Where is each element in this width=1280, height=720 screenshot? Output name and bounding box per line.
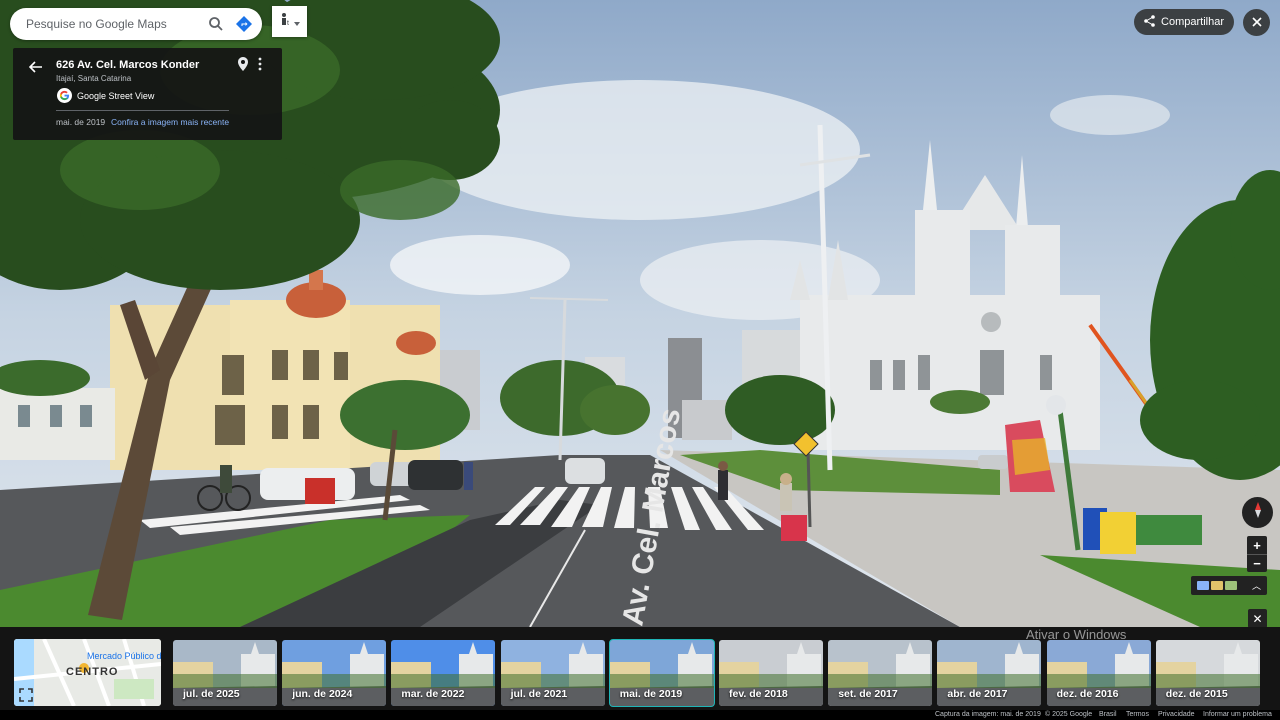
provider-row: Google Street View: [57, 88, 154, 103]
timeline-thumb-label: dez. de 2015: [1165, 688, 1228, 700]
share-button[interactable]: Compartilhar: [1134, 9, 1234, 35]
timeline-thumb-label: mar. de 2022: [401, 688, 465, 700]
timeline-toggle[interactable]: ︿: [1191, 576, 1267, 595]
timeline-thumb-label: abr. de 2017: [947, 688, 1008, 700]
more-options-icon[interactable]: [258, 57, 262, 76]
latest-image-link[interactable]: Confira a imagem mais recente: [111, 117, 229, 127]
close-timeline-button[interactable]: ✕: [1248, 609, 1267, 628]
compass-button[interactable]: [1242, 497, 1273, 528]
share-icon: [1144, 14, 1155, 30]
zoom-out-button[interactable]: −: [1247, 554, 1267, 572]
fullscreen-icon[interactable]: [19, 688, 33, 702]
zoom-controls: + −: [1247, 536, 1267, 572]
close-icon: [1251, 14, 1262, 32]
close-icon: ✕: [1252, 611, 1263, 626]
windows-activation-watermark: Ativar o Windows: [1026, 627, 1127, 642]
timeline-thumb[interactable]: mai. de 2019: [608, 639, 715, 707]
directions-icon[interactable]: [230, 10, 258, 38]
thumbnail-swatch: [1225, 581, 1237, 590]
footer-privacy[interactable]: Privacidade: [1158, 711, 1195, 718]
divider: [56, 110, 229, 111]
footer-country[interactable]: Brasil: [1099, 711, 1117, 718]
zoom-in-button[interactable]: +: [1247, 536, 1267, 554]
thumbnail-swatch: [1211, 581, 1223, 590]
timeline-thumb[interactable]: jul. de 2025: [173, 640, 277, 706]
timeline-thumb-label: jul. de 2021: [510, 688, 568, 700]
pegman-icon: t: [280, 12, 292, 31]
timeline-thumb[interactable]: jul. de 2021: [500, 640, 605, 706]
thumbnail-swatch: [1197, 581, 1209, 590]
city-label: Itajaí, Santa Catarina: [56, 74, 132, 83]
timeline-thumb-label: fev. de 2018: [729, 688, 788, 700]
timeline-thumb-label: jun. de 2024: [292, 688, 353, 700]
close-button[interactable]: [1243, 9, 1270, 36]
footer-report[interactable]: Informar um problema: [1203, 711, 1272, 718]
search-icon[interactable]: [202, 10, 230, 38]
google-logo-icon: [57, 88, 72, 103]
timeline-thumb[interactable]: mar. de 2022: [391, 640, 496, 706]
footer-terms[interactable]: Termos: [1126, 711, 1149, 718]
share-label: Compartilhar: [1161, 16, 1224, 28]
address-title: 626 Av. Cel. Marcos Konder: [56, 59, 200, 71]
search-input[interactable]: [26, 17, 202, 31]
timeline-thumb[interactable]: dez. de 2016: [1046, 640, 1151, 706]
location-info-panel: 626 Av. Cel. Marcos Konder Itajaí, Santa…: [13, 48, 282, 140]
mini-map-area-label: CENTRO: [66, 666, 119, 678]
timeline-thumb-label: jul. de 2025: [183, 688, 240, 700]
mini-map-place-label: Mercado Público de: [87, 651, 161, 661]
mini-map[interactable]: Mercado Público de CENTRO: [14, 639, 161, 706]
map-pin-icon[interactable]: [238, 57, 248, 76]
back-arrow-icon[interactable]: [25, 56, 47, 78]
chevron-down-icon: [293, 13, 300, 31]
layers-button[interactable]: t: [272, 6, 307, 37]
provider-label: Google Street View: [77, 90, 155, 101]
timeline-thumb[interactable]: set. de 2017: [828, 640, 933, 706]
expand-up-icon: ︿: [1251, 581, 1261, 591]
timeline-thumb[interactable]: abr. de 2017: [937, 640, 1042, 706]
timeline-thumb-label: dez. de 2016: [1056, 688, 1119, 700]
timeline-thumb-label: mai. de 2019: [619, 688, 683, 700]
compass-icon: [1248, 500, 1268, 525]
capture-date: mai. de 2019: [56, 117, 106, 127]
timeline-thumb[interactable]: dez. de 2015: [1155, 640, 1260, 706]
timeline-thumb[interactable]: jun. de 2024: [282, 640, 387, 706]
footer-capture: Captura da imagem: mai. de 2019: [935, 711, 1041, 718]
svg-text:t: t: [287, 20, 289, 26]
timeline-thumb[interactable]: fev. de 2018: [719, 640, 823, 706]
timeline-thumb-label: set. de 2017: [838, 688, 898, 700]
footer-copyright: © 2025 Google: [1045, 711, 1093, 718]
search-box: [10, 8, 262, 40]
footer-bar: Captura da imagem: mai. de 2019 © 2025 G…: [0, 710, 1280, 720]
